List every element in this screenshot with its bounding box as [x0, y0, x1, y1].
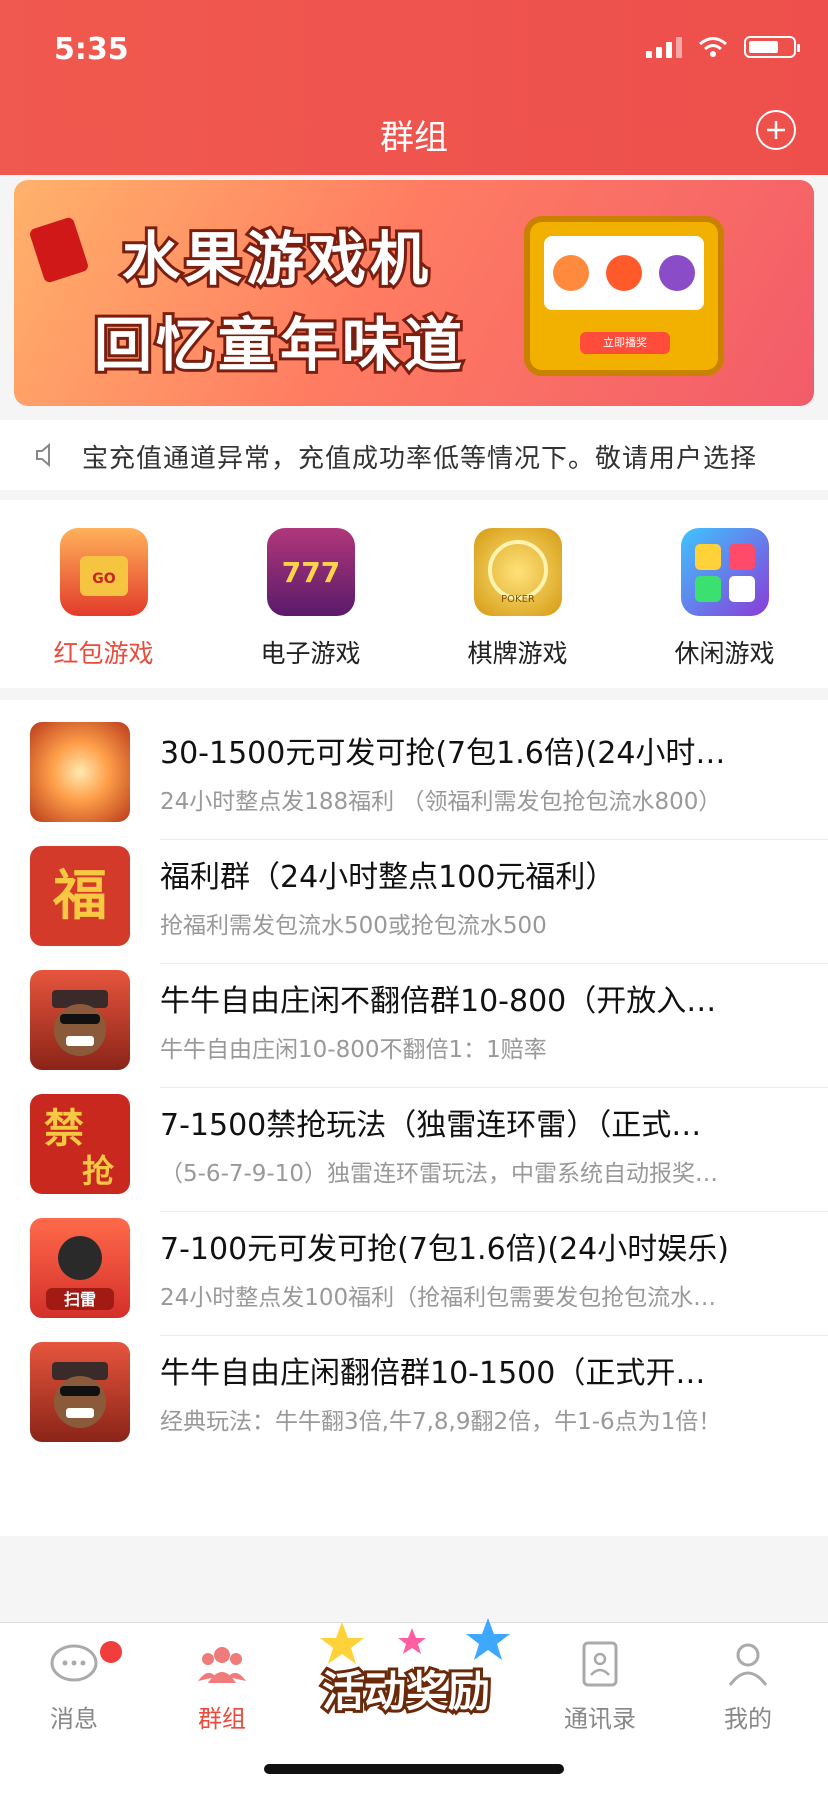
tab-label: 群组 [198, 1705, 246, 1733]
category-casual[interactable]: 休闲游戏 [621, 500, 828, 688]
bomb-text: 扫雷 [64, 1290, 96, 1309]
tab-me[interactable]: 我的 [688, 1641, 808, 1734]
list-item[interactable]: 扫雷 7-100元可发可抢(7包1.6倍)(24小时娱乐) 24小时整点发100… [0, 1196, 828, 1336]
group-title: 30-1500元可发可抢(7包1.6倍)(24小时… [160, 736, 726, 771]
list-item[interactable]: 福 福利群（24小时整点100元福利） 抢福利需发包流水500或抢包流水500 [0, 824, 828, 964]
poker-chip-icon: POKER [474, 528, 562, 616]
group-title: 7-100元可发可抢(7包1.6倍)(24小时娱乐) [160, 1232, 729, 1267]
list-item[interactable]: 牛牛自由庄闲翻倍群10-1500（正式开… 经典玩法：牛牛翻3倍,牛7,8,9翻… [0, 1320, 828, 1460]
svg-text:777: 777 [282, 556, 340, 589]
gems-icon [681, 528, 769, 616]
group-subtitle: （5-6-7-9-10）独雷连环雷玩法，中雷系统自动报奖… [160, 1161, 718, 1187]
notice-bar[interactable]: 宝充值通道异常，充值成功率低等情况下。敬请用户选择 [0, 420, 828, 490]
banner-subheadline: 回忆童年味道 [91, 308, 467, 382]
group-subtitle: 抢福利需发包流水500或抢包流水500 [160, 913, 547, 939]
group-subtitle: 24小时整点发188福利 （领福利需发包抢包流水800） [160, 789, 722, 815]
signal-icon [646, 36, 682, 58]
status-icons [646, 36, 800, 58]
chat-icon [50, 1644, 98, 1682]
promo-label: 活动奖励 [319, 1664, 493, 1719]
tab-label: 我的 [724, 1705, 772, 1733]
group-title: 福利群（24小时整点100元福利） [160, 860, 616, 895]
battery-icon [744, 36, 800, 58]
qiang-text: 抢 [82, 1152, 115, 1190]
fu-text: 福 [52, 864, 107, 927]
person-icon [728, 1643, 768, 1686]
tab-label: 通讯录 [564, 1705, 636, 1733]
wifi-icon [699, 37, 727, 57]
group-icon [198, 1647, 246, 1683]
notice-text: 宝充值通道异常，充值成功率低等情况下。敬请用户选择 [82, 444, 758, 474]
bomb-icon: 扫雷 [30, 1218, 130, 1318]
page-title: 群组 [380, 118, 448, 158]
category-label: 休闲游戏 [674, 639, 775, 668]
category-label: 红包游戏 [53, 639, 154, 668]
home-indicator [264, 1764, 564, 1774]
group-subtitle: 经典玩法：牛牛翻3倍,牛7,8,9翻2倍，牛1-6点为1倍！ [160, 1409, 722, 1435]
category-electronic[interactable]: 777 电子游戏 [207, 500, 414, 688]
tab-label: 消息 [50, 1705, 98, 1733]
jin-qiang-icon: 禁 抢 [30, 1094, 130, 1194]
group-subtitle: 24小时整点发100福利（抢福利包需要发包抢包流水… [160, 1285, 717, 1311]
add-group-button[interactable] [756, 110, 796, 150]
explosion-icon [30, 722, 130, 822]
svg-text:POKER: POKER [501, 594, 535, 605]
tab-messages[interactable]: 消息 [14, 1641, 134, 1734]
list-item[interactable]: 牛牛自由庄闲不翻倍群10-800（开放入… 牛牛自由庄闲10-800不翻倍1：1… [0, 948, 828, 1088]
fu-character-icon: 福 [30, 846, 130, 946]
list-item[interactable]: 禁 抢 7-1500禁抢玩法（独雷连环雷）（正式… （5-6-7-9-10）独雷… [0, 1072, 828, 1212]
status-time: 5:35 [54, 32, 129, 67]
category-red-envelope[interactable]: GO 红包游戏 [0, 500, 207, 688]
promo-banner[interactable]: 水果游戏机 回忆童年味道 立即播奖 [14, 180, 814, 406]
red-envelope-icon [28, 216, 90, 284]
bull-mascot-icon [30, 1342, 130, 1442]
banner-button: 立即播奖 [580, 332, 670, 354]
red-envelope-icon: GO [60, 528, 148, 616]
group-title: 7-1500禁抢玩法（独雷连环雷）（正式… [160, 1108, 702, 1143]
unread-badge [100, 1641, 122, 1663]
category-row: GO 红包游戏 777 电子游戏 POKER 棋牌游戏 休闲游戏 [0, 500, 828, 688]
svg-text:GO: GO [92, 571, 115, 587]
category-chess-card[interactable]: POKER 棋牌游戏 [414, 500, 621, 688]
group-title: 牛牛自由庄闲不翻倍群10-800（开放入… [160, 984, 717, 1019]
bull-mascot-icon [30, 970, 130, 1070]
activity-reward-button[interactable]: 活动奖励 [312, 1612, 518, 1722]
group-list: 30-1500元可发可抢(7包1.6倍)(24小时… 24小时整点发188福利 … [0, 700, 828, 1536]
tab-groups[interactable]: 群组 [162, 1641, 282, 1734]
banner-headline: 水果游戏机 [119, 222, 433, 296]
group-title: 牛牛自由庄闲翻倍群10-1500（正式开… [160, 1356, 706, 1391]
slot-777-icon: 777 [267, 528, 355, 616]
category-label: 棋牌游戏 [467, 639, 568, 668]
speaker-icon [36, 442, 50, 468]
group-subtitle: 牛牛自由庄闲10-800不翻倍1：1赔率 [160, 1037, 547, 1063]
list-item[interactable]: 30-1500元可发可抢(7包1.6倍)(24小时… 24小时整点发188福利 … [0, 700, 828, 840]
plus-icon [767, 121, 785, 139]
contacts-icon [582, 1641, 618, 1687]
category-label: 电子游戏 [260, 639, 361, 668]
nav-header: 5:35 群组 [0, 0, 828, 175]
jin-text: 禁 [44, 1106, 84, 1152]
tab-contacts[interactable]: 通讯录 [540, 1641, 660, 1734]
slot-machine-icon: 立即播奖 [524, 216, 724, 376]
